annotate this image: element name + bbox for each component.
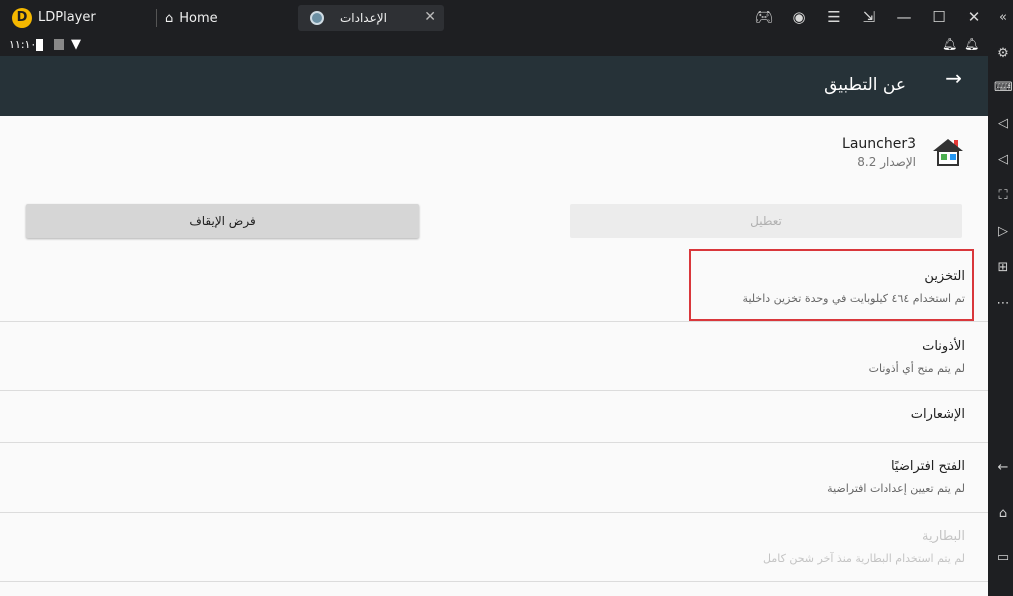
app-version: الإصدار 8.2 [857,155,916,169]
pref-open-by-default[interactable]: الفتح افتراضيًا لم يتم تعيين إعدادات افت… [0,443,988,513]
record-icon[interactable]: ▷ [994,223,1012,241]
ldplayer-logo-icon: D [12,8,32,28]
settings-icon[interactable]: ⚙ [994,45,1012,63]
tab-settings-label: الإعدادات [340,11,387,25]
volume-down-icon[interactable]: ◁ [994,151,1012,169]
pref-title: الأذونات [922,339,965,354]
back-nav-icon[interactable]: ← [994,459,1012,477]
pref-permissions[interactable]: الأذونات لم يتم منح أي أذونات [0,322,988,391]
notification-icon: 🔔︎ [942,37,958,51]
launcher-app-icon [932,137,964,169]
add-apk-icon[interactable]: ⊞ [994,259,1012,277]
back-arrow-icon[interactable]: → [945,66,962,90]
settings-gear-icon [310,11,324,25]
pref-title: الإشعارات [910,407,965,422]
recents-nav-icon[interactable]: ▭ [994,549,1012,567]
app-name: Launcher3 [842,136,916,152]
close-tab-icon[interactable]: ✕ [424,9,436,25]
status-time: ١١:١٠ [9,38,37,51]
volume-up-icon[interactable]: ◁ [994,115,1012,133]
disable-button[interactable]: تعطيل [570,204,962,238]
window-controls: 🎮︎ ◉ ☰ ⇲ — ☐ ✕ [753,6,985,28]
status-bar: ١١:١٠ ▼ 🔔︎ 🔔︎ [0,35,988,56]
wifi-icon: ▼ [71,37,81,52]
title-bar: D LDPlayer ⌂ Home الإعدادات ✕ 🎮︎ ◉ ☰ ⇲ —… [0,0,1013,35]
app-brand: LDPlayer [38,10,96,25]
divider [156,9,157,27]
emulator-sidebar: « ⚙ ⌨ ◁ ◁ ⛶ ▷ ⊞ ⋯ ← ⌂ ▭ [988,10,1013,596]
gamepad-icon[interactable]: 🎮︎ [753,6,775,28]
pref-summary: لم يتم تعيين إعدادات افتراضية [827,482,965,495]
minimize-icon[interactable]: — [893,6,915,28]
notification-icon: 🔔︎ [964,37,980,51]
page-title: عن التطبيق [824,75,906,95]
collapse-sidebar-icon[interactable]: « [994,9,1012,27]
app-header: Launcher3 الإصدار 8.2 [842,136,964,169]
settings-content: Launcher3 الإصدار 8.2 فرض الإيقاف تعطيل … [0,116,988,596]
app-name-block: Launcher3 الإصدار 8.2 [842,136,916,169]
pref-notifications[interactable]: الإشعارات [0,391,988,443]
app-bar: → عن التطبيق [0,56,988,116]
shrink-window-icon[interactable]: ⇲ [858,6,880,28]
home-nav-icon[interactable]: ⌂ [994,505,1012,523]
more-icon[interactable]: ⋯ [994,295,1012,313]
home-icon: ⌂ [165,10,174,26]
pref-summary: لم يتم منح أي أذونات [868,362,965,375]
menu-icon[interactable]: ☰ [823,6,845,28]
close-window-icon[interactable]: ✕ [963,6,985,28]
sim-icon [54,39,64,50]
force-stop-button[interactable]: فرض الإيقاف [26,204,419,238]
emulator-window: D LDPlayer ⌂ Home الإعدادات ✕ 🎮︎ ◉ ☰ ⇲ —… [0,0,1013,596]
tab-home-label: Home [179,10,218,26]
account-icon[interactable]: ◉ [788,6,810,28]
maximize-icon[interactable]: ☐ [928,6,950,28]
pref-title: الفتح افتراضيًا [890,459,965,474]
storage-highlight-box [689,249,974,321]
pref-battery: البطارية لم يتم استخدام البطارية منذ آخر… [0,513,988,582]
keyboard-icon[interactable]: ⌨ [994,79,1013,97]
tab-settings[interactable]: الإعدادات ✕ [298,5,444,31]
pref-summary: لم يتم استخدام البطارية منذ آخر شحن كامل [763,552,965,565]
battery-icon [36,39,43,51]
pref-title: البطارية [922,529,965,544]
tab-home[interactable]: ⌂ Home [165,6,285,30]
screenshot-icon[interactable]: ⛶ [994,187,1012,205]
